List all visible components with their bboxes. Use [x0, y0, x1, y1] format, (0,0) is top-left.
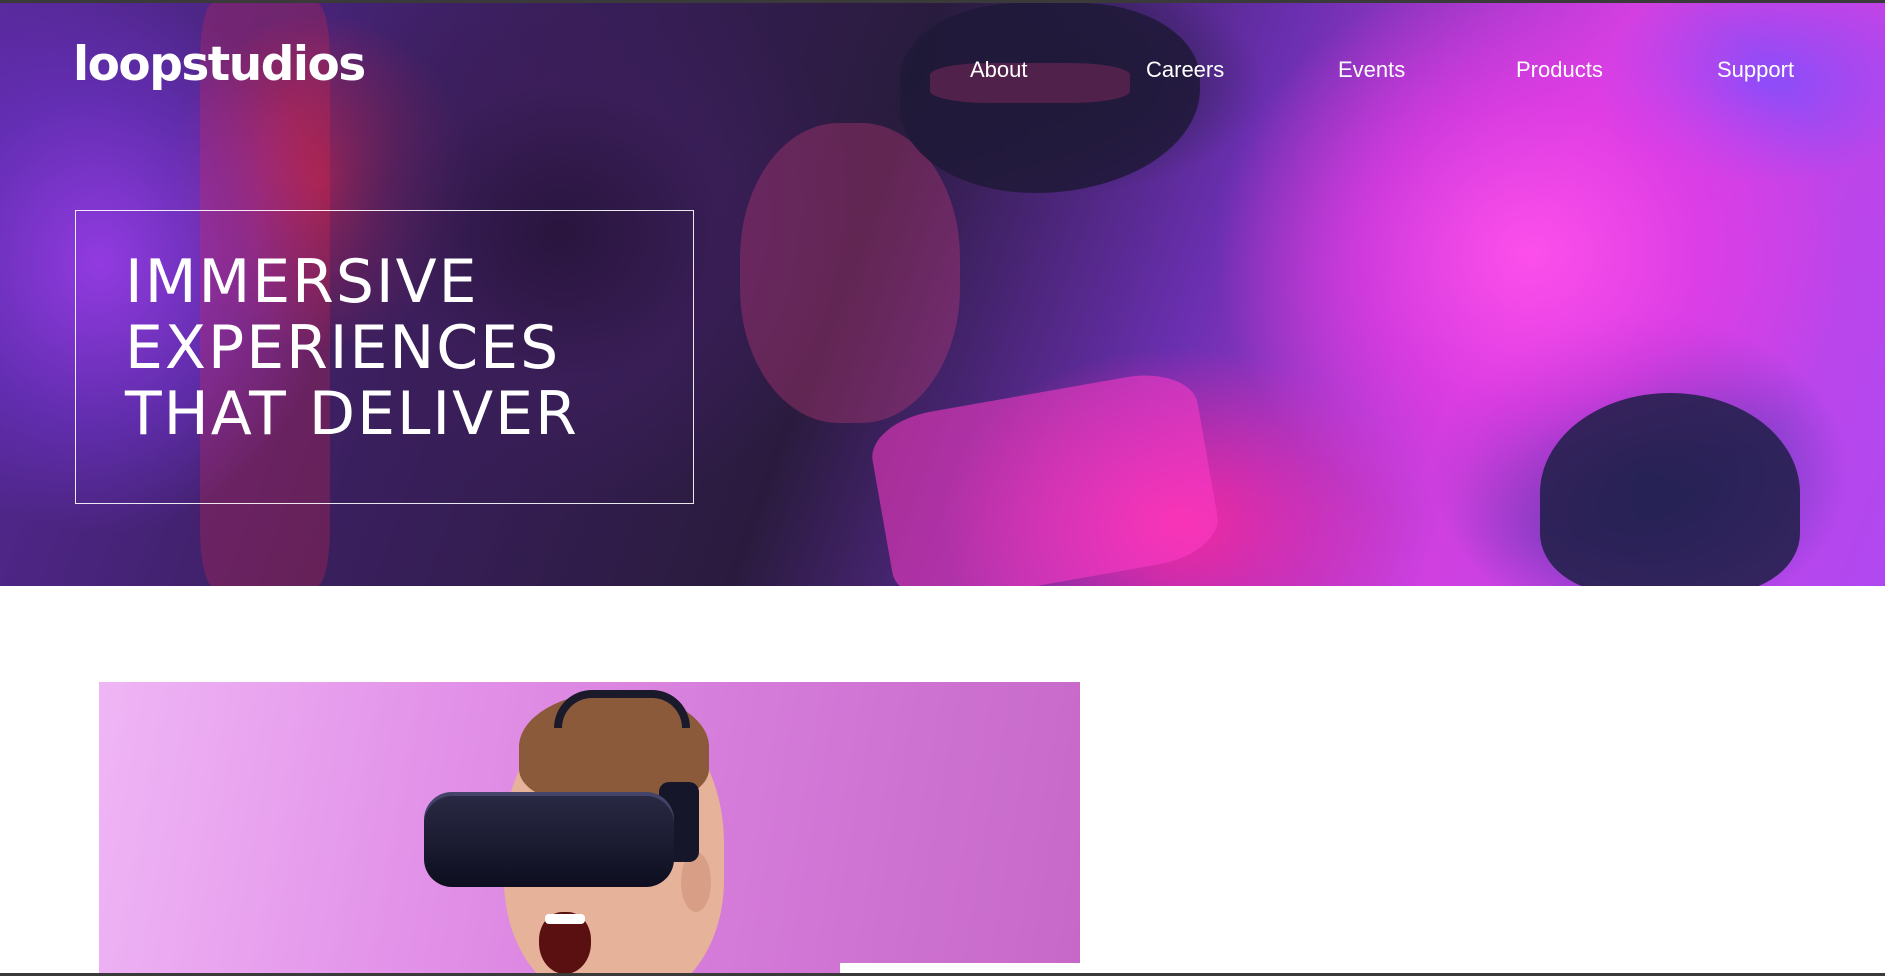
hero-title-box: IMMERSIVE EXPERIENCES THAT DELIVER	[75, 210, 694, 504]
vr-headset	[424, 792, 674, 887]
hero-bg-shirt	[866, 365, 1224, 586]
vr-man-image	[99, 682, 1080, 976]
vr-headset-strap	[554, 690, 690, 728]
hero-title-line-3: THAT DELIVER	[125, 379, 579, 449]
nav-support-link[interactable]: Support	[1717, 55, 1794, 85]
main-nav: About Careers Events Products Support	[0, 55, 1885, 85]
nav-products-link[interactable]: Products	[1516, 55, 1603, 85]
nav-careers-link[interactable]: Careers	[1146, 55, 1224, 85]
hero-title: IMMERSIVE EXPERIENCES THAT DELIVER	[125, 249, 685, 447]
hero-title-line-2: EXPERIENCES	[125, 313, 561, 383]
hero-bg-steering-wheel	[1540, 393, 1800, 586]
hero-bg-face-glow	[740, 123, 960, 423]
nav-events-link[interactable]: Events	[1338, 55, 1405, 85]
vr-man-teeth	[545, 914, 585, 924]
hero-section: loopstudios About Careers Events Product…	[0, 3, 1885, 586]
hero-title-line-1: IMMERSIVE	[125, 247, 479, 317]
nav-about-link[interactable]: About	[970, 55, 1028, 85]
